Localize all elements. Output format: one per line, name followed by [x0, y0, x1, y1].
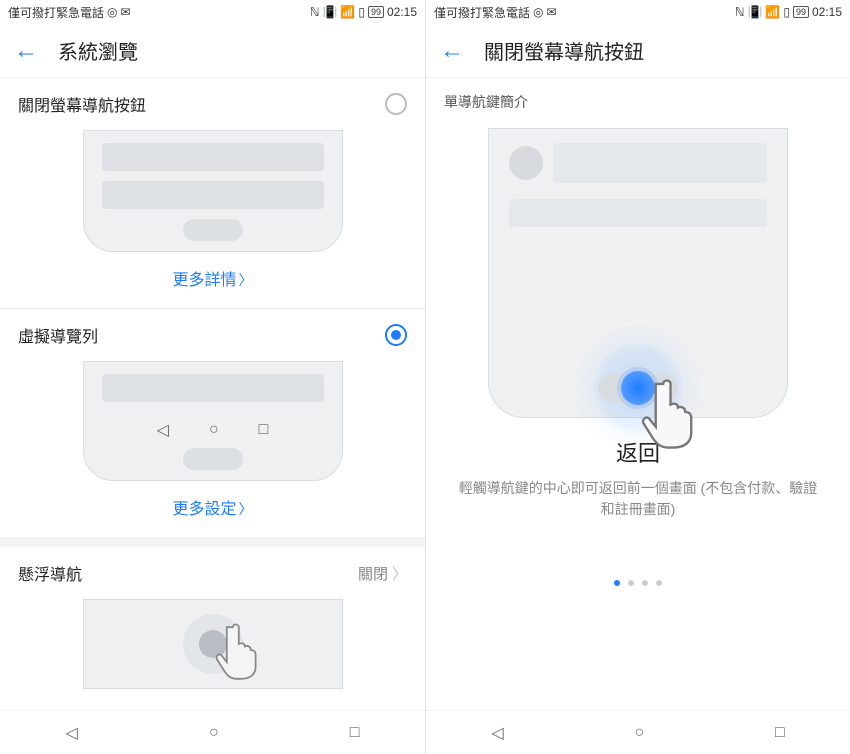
tutorial-description: 輕觸導航鍵的中心即可返回前一個畫面 (不包含付款、驗證和註冊畫面): [426, 468, 850, 520]
radio-checked[interactable]: [385, 324, 407, 346]
status-network-text: 僅可撥打緊急電話: [434, 4, 530, 21]
wifi-icon: 📶: [340, 5, 355, 19]
option-disable-nav-buttons[interactable]: 關閉螢幕導航按鈕: [0, 78, 425, 130]
home-circle-icon: ○: [209, 421, 219, 439]
preview-disable-nav: [83, 130, 343, 252]
battery-icon: 99: [793, 6, 809, 18]
nav-home-button[interactable]: ○: [634, 724, 644, 742]
pager-dot-active: [614, 580, 620, 586]
page-title: 關閉螢幕導航按鈕: [484, 36, 644, 65]
system-nav-bar: ◁ ○ □: [426, 710, 850, 754]
wifi-icon: 📶: [765, 5, 780, 19]
page-title: 系統瀏覽: [58, 36, 138, 65]
nav-home-button[interactable]: ○: [209, 724, 219, 742]
page-indicator[interactable]: [426, 580, 850, 586]
sim-icon: ▯: [358, 5, 365, 19]
signal-icon: ◎: [533, 5, 543, 19]
tutorial-illustration: [488, 128, 788, 418]
recents-square-icon: □: [259, 421, 269, 439]
pager-dot: [642, 580, 648, 586]
title-bar: ← 關閉螢幕導航按鈕: [426, 24, 850, 78]
hand-pointer-icon: [215, 620, 265, 680]
option-floating-nav[interactable]: 懸浮導航 關閉 〉: [0, 547, 425, 599]
tap-target: [598, 373, 678, 403]
radio-unchecked[interactable]: [385, 93, 407, 115]
nav-recents-button[interactable]: □: [350, 724, 360, 742]
back-button[interactable]: ←: [14, 39, 38, 63]
more-settings-link[interactable]: 更多設定〉: [0, 481, 425, 537]
system-nav-bar: ◁ ○ □: [0, 710, 425, 754]
reply-placeholder: [509, 199, 767, 227]
option-value: 關閉: [358, 563, 388, 584]
avatar-placeholder: [509, 146, 543, 180]
option-label: 關閉螢幕導航按鈕: [18, 92, 146, 116]
status-time: 02:15: [812, 5, 842, 19]
preview-floating-nav: [83, 599, 343, 689]
more-details-link[interactable]: 更多詳情〉: [0, 252, 425, 308]
sim-icon: ▯: [783, 5, 790, 19]
pager-dot: [656, 580, 662, 586]
nav-recents-button[interactable]: □: [775, 724, 785, 742]
signal-icon: ◎: [107, 5, 117, 19]
content: 單導航鍵簡介 返回 輕觸導航鍵的中心即可返回前一個畫面 (不包含付款、: [426, 78, 850, 710]
chevron-right-icon: 〉: [392, 563, 407, 584]
option-label: 虛擬導覽列: [18, 323, 98, 347]
nav-back-button[interactable]: ◁: [491, 723, 503, 743]
hand-pointer-icon: [642, 375, 702, 449]
content: 關閉螢幕導航按鈕 更多詳情〉 虛擬導覽列 ◁ ○ □ 更多設定〉: [0, 78, 425, 710]
preview-virtual-navbar: ◁ ○ □: [83, 361, 343, 481]
status-bar: 僅可撥打緊急電話 ◎ ✉ ℕ 📳 📶 ▯ 99 02:15: [0, 0, 425, 24]
nav-back-button[interactable]: ◁: [66, 723, 78, 743]
mail-icon: ✉: [121, 5, 131, 19]
status-time: 02:15: [387, 5, 417, 19]
vibrate-icon: 📳: [322, 5, 337, 19]
pager-dot: [628, 580, 634, 586]
title-bar: ← 系統瀏覽: [0, 24, 425, 78]
vibrate-icon: 📳: [747, 5, 762, 19]
nfc-icon: ℕ: [310, 5, 320, 19]
mail-icon: ✉: [547, 5, 557, 19]
message-placeholder: [553, 143, 767, 183]
nfc-icon: ℕ: [735, 5, 745, 19]
left-screen: 僅可撥打緊急電話 ◎ ✉ ℕ 📳 📶 ▯ 99 02:15 ← 系統瀏覽 關閉螢…: [0, 0, 425, 754]
status-bar: 僅可撥打緊急電話 ◎ ✉ ℕ 📳 📶 ▯ 99 02:15: [426, 0, 850, 24]
option-label: 懸浮導航: [18, 561, 82, 585]
option-virtual-navbar[interactable]: 虛擬導覽列: [0, 309, 425, 361]
back-triangle-icon: ◁: [157, 420, 169, 440]
right-screen: 僅可撥打緊急電話 ◎ ✉ ℕ 📳 📶 ▯ 99 02:15 ← 關閉螢幕導航按鈕…: [425, 0, 850, 754]
section-divider: [0, 537, 425, 547]
section-header: 單導航鍵簡介: [426, 78, 850, 118]
chevron-right-icon: 〉: [239, 272, 253, 288]
status-network-text: 僅可撥打緊急電話: [8, 4, 104, 21]
battery-icon: 99: [368, 6, 384, 18]
chevron-right-icon: 〉: [239, 501, 253, 517]
back-button[interactable]: ←: [440, 39, 464, 63]
